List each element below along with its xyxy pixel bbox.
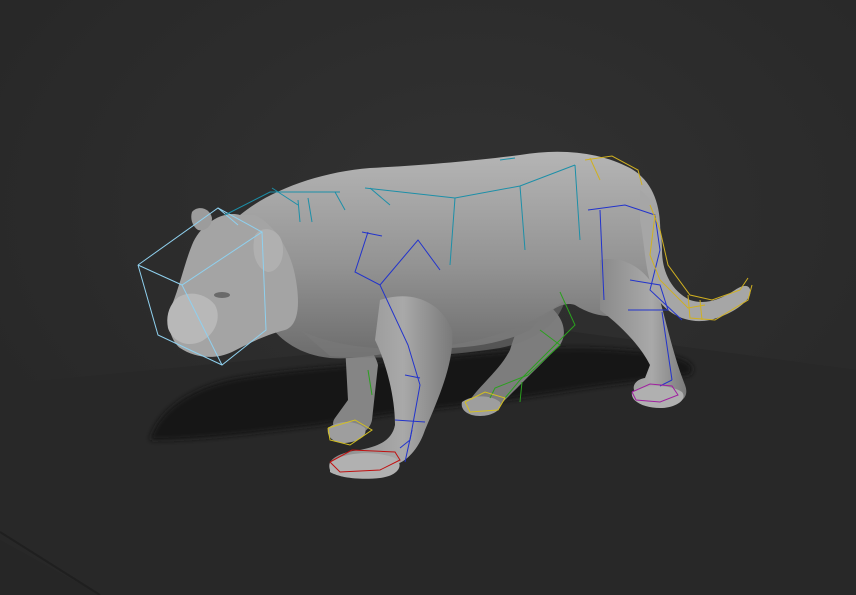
viewport-scene[interactable] xyxy=(0,0,856,595)
3d-viewport[interactable] xyxy=(0,0,856,595)
tiger-eye xyxy=(214,292,230,298)
